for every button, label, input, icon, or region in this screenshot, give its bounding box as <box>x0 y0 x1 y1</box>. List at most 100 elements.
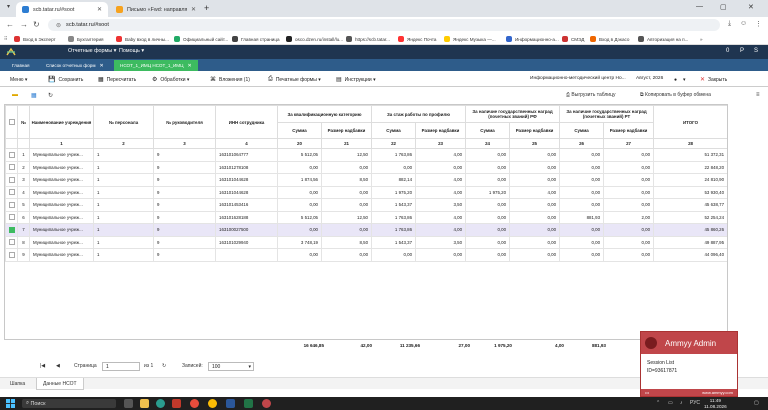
new-tab-plus-icon[interactable]: + <box>204 3 209 13</box>
rt-pct-cell[interactable]: 0,00 <box>603 173 655 187</box>
print-forms-button[interactable]: ⎙ Печатные формы ▾ <box>268 75 321 84</box>
exp-pct-cell[interactable]: 4,00 <box>415 223 467 237</box>
network-icon[interactable]: ▭ <box>668 400 673 406</box>
rt-pct-cell[interactable]: 0,00 <box>603 235 655 249</box>
download-icon[interactable]: ⤓ <box>728 20 731 28</box>
menu-help[interactable]: Помощь ▾ <box>119 48 144 54</box>
rf-pct-cell[interactable]: 0,00 <box>509 235 561 249</box>
settings-icon[interactable]: S <box>754 48 758 54</box>
rf-sum-cell[interactable]: 1 975,20 <box>465 185 511 199</box>
recalculate-button[interactable]: ▦ Пересчитать <box>98 75 136 84</box>
app-icon[interactable] <box>172 399 181 408</box>
chrome-icon[interactable] <box>208 399 217 408</box>
processing-button[interactable]: ⚙ Обработки ▾ <box>152 75 189 84</box>
row-select-cell[interactable] <box>5 235 18 249</box>
rf-pct-cell[interactable]: 0,00 <box>509 198 561 212</box>
header-pct[interactable]: Размер надбавки <box>415 122 467 139</box>
rf-sum-cell[interactable]: 0,00 <box>465 235 511 249</box>
refresh-icon[interactable]: ↻ <box>48 92 53 99</box>
table-row[interactable]: 8 Муниципальное учреж... 1 9 163101029940 3 7… <box>5 235 727 249</box>
word-icon[interactable] <box>226 399 235 408</box>
rf-pct-cell[interactable]: 0,00 <box>509 160 561 174</box>
qual-sum-cell[interactable]: 0,00 <box>277 198 322 212</box>
menu-reporting-forms[interactable]: Отчетные формы ▾ <box>68 48 116 54</box>
minimize-icon[interactable]: — <box>696 3 703 10</box>
instructions-button[interactable]: ▤ Инструкции ▾ <box>336 75 376 84</box>
back-arrow-icon[interactable]: ← <box>6 20 14 29</box>
row-checkbox[interactable] <box>9 201 15 208</box>
rf-pct-cell[interactable]: 4,00 <box>509 185 561 199</box>
bookmark[interactable]: Baby вход в личны... <box>116 34 172 44</box>
row-select-cell[interactable] <box>5 173 18 187</box>
save-button[interactable]: 💾 Сохранить <box>48 75 83 84</box>
rf-pct-cell[interactable]: 0,00 <box>509 248 561 262</box>
qual-sum-cell[interactable]: 5 512,05 <box>277 148 322 162</box>
bookmark[interactable]: Вход в Дэкасо <box>590 34 636 44</box>
rt-sum-cell[interactable]: 0,00 <box>559 160 605 174</box>
table-row[interactable]: 5 Муниципальное учреж... 1 9 163101453416 0,0… <box>5 198 727 212</box>
rf-sum-cell[interactable]: 0,00 <box>465 210 511 224</box>
header-pct[interactable]: Размер надбавки <box>509 122 561 139</box>
taskbar-clock[interactable]: 11:49 11.08.2026 <box>704 398 727 409</box>
bookmark[interactable]: Бухгалтерия <box>68 34 114 44</box>
exp-pct-cell[interactable]: 0,00 <box>415 160 467 174</box>
row-checkbox[interactable] <box>9 226 15 233</box>
exp-sum-cell[interactable]: 882,14 <box>371 173 417 187</box>
task-view-icon[interactable] <box>124 399 133 408</box>
close-window-icon[interactable]: ✕ <box>748 3 754 11</box>
bookmark[interactable]: Вход в Эксперт <box>14 34 66 44</box>
rt-pct-cell[interactable]: 0,00 <box>603 160 655 174</box>
exp-pct-cell[interactable]: 3,50 <box>415 235 467 249</box>
row-checkbox[interactable] <box>9 214 15 221</box>
rf-pct-cell[interactable]: 0,00 <box>509 210 561 224</box>
rt-sum-cell[interactable]: 0,00 <box>559 173 605 187</box>
user-icon[interactable]: P <box>740 48 744 54</box>
exp-sum-cell[interactable]: 0,00 <box>371 160 417 174</box>
apps-grid-icon[interactable]: ⠿ <box>4 34 12 44</box>
browser-tab-mail[interactable]: Письмо «Fwd: направляю пре... ✕ <box>110 2 202 17</box>
header-inn[interactable]: ИНН сотрудника <box>215 105 278 139</box>
close-form-button[interactable]: ✕ Закрыть <box>700 75 727 84</box>
row-checkbox[interactable] <box>9 151 15 158</box>
qual-pct-cell[interactable]: 12,50 <box>320 148 373 162</box>
exp-sum-cell[interactable]: 1 763,86 <box>371 223 417 237</box>
rt-pct-cell[interactable]: 0,00 <box>603 223 655 237</box>
exp-sum-cell[interactable]: 1 763,86 <box>371 210 417 224</box>
header-sum[interactable]: Сумма <box>277 122 322 139</box>
page-input[interactable]: 1 <box>102 362 140 371</box>
records-select[interactable]: 100 ▾ <box>208 362 254 371</box>
row-checkbox[interactable] <box>9 239 15 246</box>
rf-pct-cell[interactable]: 0,00 <box>509 223 561 237</box>
qual-sum-cell[interactable]: 0,00 <box>277 223 322 237</box>
rf-pct-cell[interactable]: 0,00 <box>509 173 561 187</box>
qual-pct-cell[interactable]: 8,50 <box>320 173 373 187</box>
hamburger-menu-icon[interactable]: ≡ <box>756 92 760 98</box>
url-field[interactable]: ⊜ scb.tatar.ru/#soot <box>48 19 720 31</box>
sheet-tab-data[interactable]: Данные НСОТ <box>36 378 84 390</box>
qual-sum-cell[interactable]: 3 748,19 <box>277 235 322 249</box>
rf-sum-cell[interactable]: 0,00 <box>465 248 511 262</box>
maximize-icon[interactable]: ▢ <box>720 3 727 11</box>
next-page-icon[interactable]: ↻ <box>162 363 166 369</box>
header-sum[interactable]: Сумма <box>465 122 511 139</box>
row-select-cell[interactable] <box>5 223 18 237</box>
notification-icon[interactable]: 0 <box>726 48 729 54</box>
row-checkbox[interactable] <box>9 176 15 183</box>
folder-icon[interactable]: ▬ <box>12 92 18 98</box>
exp-sum-cell[interactable]: 1 975,20 <box>371 185 417 199</box>
yandex-browser-icon[interactable] <box>190 399 199 408</box>
menu-button[interactable]: Меню ▾ <box>10 75 27 84</box>
status-circle-icon[interactable]: ● <box>674 75 677 84</box>
rt-pct-cell[interactable]: 0,00 <box>603 198 655 212</box>
qual-sum-cell[interactable]: 0,00 <box>277 248 322 262</box>
qual-sum-cell[interactable]: 0,00 <box>277 185 322 199</box>
rf-sum-cell[interactable]: 0,00 <box>465 160 511 174</box>
exp-sum-cell[interactable]: 1 543,37 <box>371 235 417 249</box>
exp-pct-cell[interactable]: 4,00 <box>415 185 467 199</box>
tab-list-icon[interactable]: ▾ <box>7 3 10 10</box>
close-tab-icon[interactable]: ✕ <box>99 63 103 69</box>
rf-sum-cell[interactable]: 0,00 <box>465 173 511 187</box>
table-row[interactable]: 4 Муниципальное учреж... 1 9 163101044628 0,0… <box>5 185 727 199</box>
row-select-cell[interactable] <box>5 148 18 162</box>
qual-pct-cell[interactable]: 8,50 <box>320 235 373 249</box>
